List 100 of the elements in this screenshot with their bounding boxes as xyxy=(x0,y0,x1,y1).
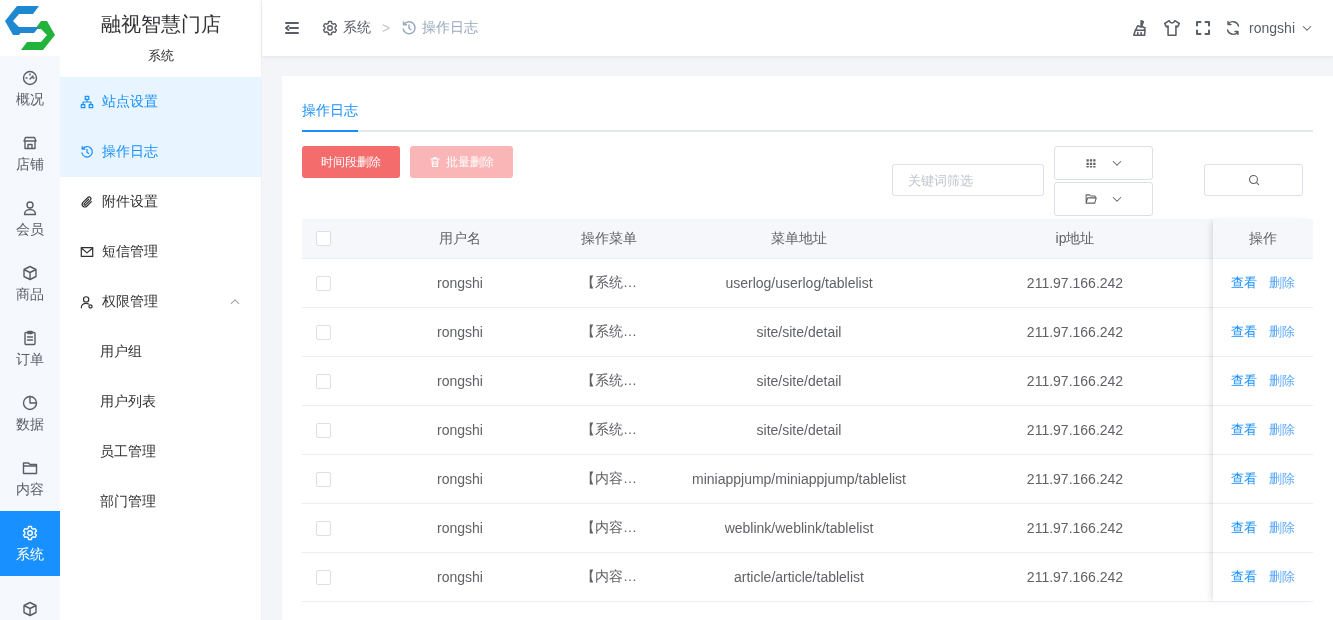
delete-button[interactable]: 时间段删除 xyxy=(302,146,400,178)
checkbox[interactable] xyxy=(316,422,331,438)
checkbox[interactable] xyxy=(316,373,331,389)
search-button[interactable] xyxy=(1204,164,1303,196)
sidebar-item[interactable]: 附件设置 xyxy=(60,177,261,227)
table-cell: 【系统… xyxy=(581,274,637,290)
clipboard-icon xyxy=(22,330,38,346)
sitemap-icon xyxy=(80,95,94,109)
menu-icon[interactable] xyxy=(284,20,300,36)
columns-dropdown[interactable] xyxy=(1054,146,1153,180)
search-field[interactable]: 关键词筛选 xyxy=(892,164,1044,196)
rail-item[interactable]: 概况 xyxy=(0,56,60,121)
tab[interactable]: 操作日志 xyxy=(302,102,358,132)
rail-item[interactable]: 系统 xyxy=(0,511,60,576)
view-link[interactable]: 查看 xyxy=(1231,421,1257,439)
trash-icon xyxy=(429,156,441,168)
table-cell: 【内容… xyxy=(581,568,637,584)
table-cell: site/site/detail xyxy=(756,422,842,438)
box-icon xyxy=(22,265,38,281)
delete-link[interactable]: 删除 xyxy=(1269,274,1295,292)
delete-link[interactable]: 删除 xyxy=(1269,421,1295,439)
sidebar-item[interactable]: 操作日志 xyxy=(60,127,261,177)
rail-item[interactable]: 店铺 xyxy=(0,121,60,186)
search-icon xyxy=(1247,174,1260,186)
delete-link[interactable]: 删除 xyxy=(1269,519,1295,537)
checkbox[interactable] xyxy=(316,275,331,291)
sidebar-item[interactable]: 短信管理 xyxy=(60,227,261,277)
view-link[interactable]: 查看 xyxy=(1231,372,1257,390)
table-cell: 211.97.166.242 xyxy=(1026,569,1124,585)
user-icon xyxy=(22,200,38,216)
checkbox[interactable] xyxy=(316,569,331,585)
rail-item[interactable]: 会员 xyxy=(0,186,60,251)
table-cell: rongshi xyxy=(437,520,483,536)
table-cell: 211.97.166.242 xyxy=(1026,520,1124,536)
checkbox[interactable] xyxy=(316,324,331,340)
table-cell: 【内容… xyxy=(581,470,637,486)
shirt-icon[interactable] xyxy=(1163,19,1182,37)
rail-item[interactable]: 数据 xyxy=(0,381,60,446)
view-link[interactable]: 查看 xyxy=(1231,519,1257,537)
history-icon xyxy=(401,20,418,36)
table-cell: 【系统… xyxy=(581,372,637,388)
column-header: 操作 xyxy=(1249,229,1277,248)
paperclip-icon xyxy=(80,195,94,209)
logo-icon xyxy=(3,3,57,53)
rail-item[interactable]: 订单 xyxy=(0,316,60,381)
rail-item[interactable]: 内容 xyxy=(0,446,60,511)
table-cell: 211.97.166.242 xyxy=(1026,422,1124,438)
table-cell: 211.97.166.242 xyxy=(1026,324,1124,340)
checkbox[interactable] xyxy=(316,520,331,536)
rail-item[interactable]: 商品 xyxy=(0,251,60,316)
breadcrumb-item[interactable]: 系统 xyxy=(343,19,371,37)
user-menu[interactable]: rongshi xyxy=(1249,20,1313,36)
mail-icon xyxy=(80,245,94,259)
checkbox[interactable] xyxy=(316,231,331,246)
view-link[interactable]: 查看 xyxy=(1231,274,1257,292)
table-cell: 211.97.166.242 xyxy=(1026,373,1124,389)
table-cell: rongshi xyxy=(437,569,483,585)
box-icon xyxy=(22,600,38,617)
table-cell: site/site/detail xyxy=(756,324,842,340)
checkbox[interactable] xyxy=(316,471,331,487)
shop-icon xyxy=(22,135,38,151)
delete-link[interactable]: 删除 xyxy=(1269,323,1295,341)
sidebar-item[interactable]: 站点设置 xyxy=(60,77,261,127)
table-cell: rongshi xyxy=(437,471,483,487)
sidebar-item[interactable]: 部门管理 xyxy=(60,477,261,527)
column-header: 操作菜单 xyxy=(581,229,637,246)
user-icon xyxy=(80,295,94,309)
table-cell: 【系统… xyxy=(581,421,637,437)
table-cell: 【系统… xyxy=(581,323,637,339)
sidebar-item[interactable]: 员工管理 xyxy=(60,427,261,477)
sidebar-item[interactable]: 用户列表 xyxy=(60,377,261,427)
table-cell: 211.97.166.242 xyxy=(1026,471,1124,487)
view-link[interactable]: 查看 xyxy=(1231,470,1257,488)
grid-icon xyxy=(1084,157,1097,169)
table-cell: weblink/weblink/tablelist xyxy=(724,520,874,536)
table-cell: rongshi xyxy=(437,275,483,291)
view-link[interactable]: 查看 xyxy=(1231,323,1257,341)
table-cell: 【内容… xyxy=(581,519,637,535)
sidebar-item[interactable]: 用户组 xyxy=(60,327,261,377)
delete-link[interactable]: 删除 xyxy=(1269,372,1295,390)
table-cell: rongshi xyxy=(437,422,483,438)
refresh-icon[interactable] xyxy=(1225,20,1242,36)
table-cell: article/article/tablelist xyxy=(734,569,864,585)
folder-icon xyxy=(1084,193,1097,205)
gauge-icon xyxy=(22,70,38,86)
folder-icon xyxy=(22,460,38,476)
sidebar-item[interactable]: 权限管理 xyxy=(60,277,261,327)
column-header: ip地址 xyxy=(1055,229,1095,246)
delete-link[interactable]: 删除 xyxy=(1269,568,1295,586)
table-cell: userlog/userlog/tablelist xyxy=(725,275,873,291)
export-dropdown[interactable] xyxy=(1054,182,1153,216)
table-cell: 211.97.166.242 xyxy=(1026,275,1124,291)
breadcrumb-item[interactable]: 操作日志 xyxy=(422,19,479,37)
view-link[interactable]: 查看 xyxy=(1231,568,1257,586)
history-icon xyxy=(80,145,94,159)
table-cell: site/site/detail xyxy=(756,373,842,389)
delete-link[interactable]: 删除 xyxy=(1269,470,1295,488)
settings-icon xyxy=(22,525,38,541)
column-header: 用户名 xyxy=(439,229,481,246)
fullscreen-icon[interactable] xyxy=(1195,20,1212,36)
